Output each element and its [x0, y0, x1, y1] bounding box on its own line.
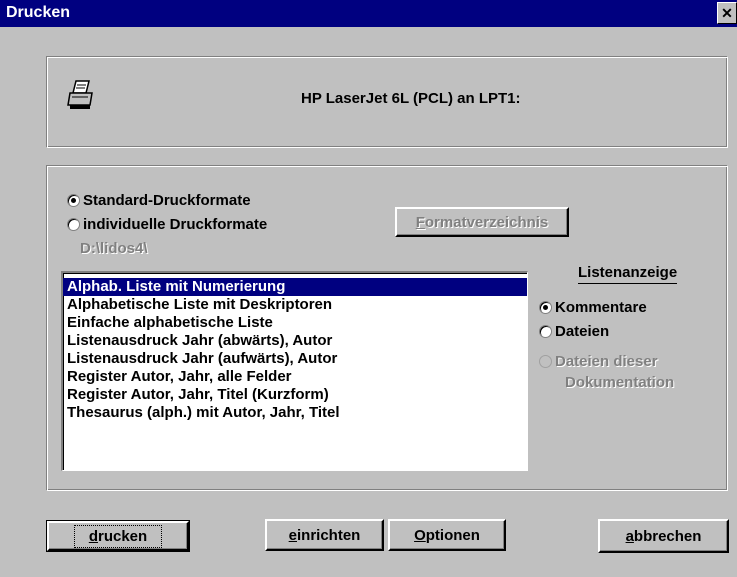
- list-item[interactable]: Listenausdruck Jahr (aufwärts), Autor: [63, 350, 527, 368]
- format-listbox[interactable]: Alphab. Liste mit Numerierung Alphabetis…: [61, 271, 528, 471]
- close-icon: ✕: [721, 5, 733, 21]
- format-directory-accel: F: [415, 213, 425, 231]
- format-directory-label: ormatverzeichnis: [424, 213, 549, 231]
- radio-button-checked[interactable]: [539, 301, 552, 314]
- window-title: Drucken: [6, 4, 71, 21]
- directory-path: D:\lidos4\: [80, 240, 148, 257]
- listenanzeige-heading: Listenanzeige: [578, 264, 678, 284]
- radio-dateien-label: Dateien: [555, 323, 610, 340]
- list-item[interactable]: Register Autor, Jahr, alle Felder: [63, 368, 527, 386]
- close-button[interactable]: ✕: [717, 2, 737, 24]
- einrichten-label: inrichten: [297, 526, 361, 544]
- printer-info-group: HP LaserJet 6L (PCL) an LPT1:: [46, 56, 728, 148]
- radio-dateien-dieser[interactable]: Dateien dieser: [539, 353, 658, 370]
- radio-kommentare[interactable]: Kommentare: [539, 299, 647, 316]
- radio-standard-formats[interactable]: Standard-Druckformate: [67, 192, 251, 209]
- drucken-button[interactable]: drucken: [46, 520, 190, 552]
- optionen-button[interactable]: Optionen: [388, 519, 506, 551]
- drucken-label: rucken: [97, 527, 148, 545]
- title-bar[interactable]: Drucken ✕: [0, 0, 737, 27]
- radio-dateien[interactable]: Dateien: [539, 323, 609, 340]
- radio-kommentare-label: Kommentare: [555, 299, 647, 316]
- printer-name: HP LaserJet 6L (PCL) an LPT1:: [301, 90, 521, 107]
- printer-icon: [67, 80, 93, 109]
- list-item[interactable]: Register Autor, Jahr, Titel (Kurzform): [63, 386, 527, 404]
- abbrechen-accel: a: [625, 527, 634, 545]
- list-item[interactable]: Einfache alphabetische Liste: [63, 314, 527, 332]
- radio-dateien-dieser-label: Dateien dieser: [555, 353, 658, 370]
- radio-button[interactable]: [67, 218, 80, 231]
- dokumentation-label: Dokumentation: [565, 374, 675, 391]
- einrichten-accel: e: [288, 526, 297, 544]
- radio-button-disabled[interactable]: [539, 355, 552, 368]
- radio-individual-label: individuelle Druckformate: [83, 216, 268, 233]
- optionen-accel: O: [414, 526, 426, 544]
- radio-button[interactable]: [539, 325, 552, 338]
- drucken-accel: d: [88, 527, 98, 545]
- format-directory-button[interactable]: Formatverzeichnis: [395, 207, 569, 237]
- radio-button-checked[interactable]: [67, 194, 80, 207]
- list-item[interactable]: Listenausdruck Jahr (abwärts), Autor: [63, 332, 527, 350]
- list-item[interactable]: Alphab. Liste mit Numerierung: [63, 278, 527, 296]
- list-item[interactable]: Thesaurus (alph.) mit Autor, Jahr, Titel: [63, 404, 527, 422]
- list-item[interactable]: Alphabetische Liste mit Deskriptoren: [63, 296, 527, 314]
- radio-standard-label: Standard-Druckformate: [83, 192, 251, 209]
- abbrechen-label: bbrechen: [633, 527, 702, 545]
- print-dialog: Drucken ✕ HP LaserJet 6L (PCL) an LPT1: …: [0, 0, 737, 577]
- abbrechen-button[interactable]: abbrechen: [598, 519, 729, 553]
- radio-individual-formats[interactable]: individuelle Druckformate: [67, 216, 267, 233]
- einrichten-button[interactable]: einrichten: [265, 519, 384, 551]
- optionen-label: ptionen: [425, 526, 480, 544]
